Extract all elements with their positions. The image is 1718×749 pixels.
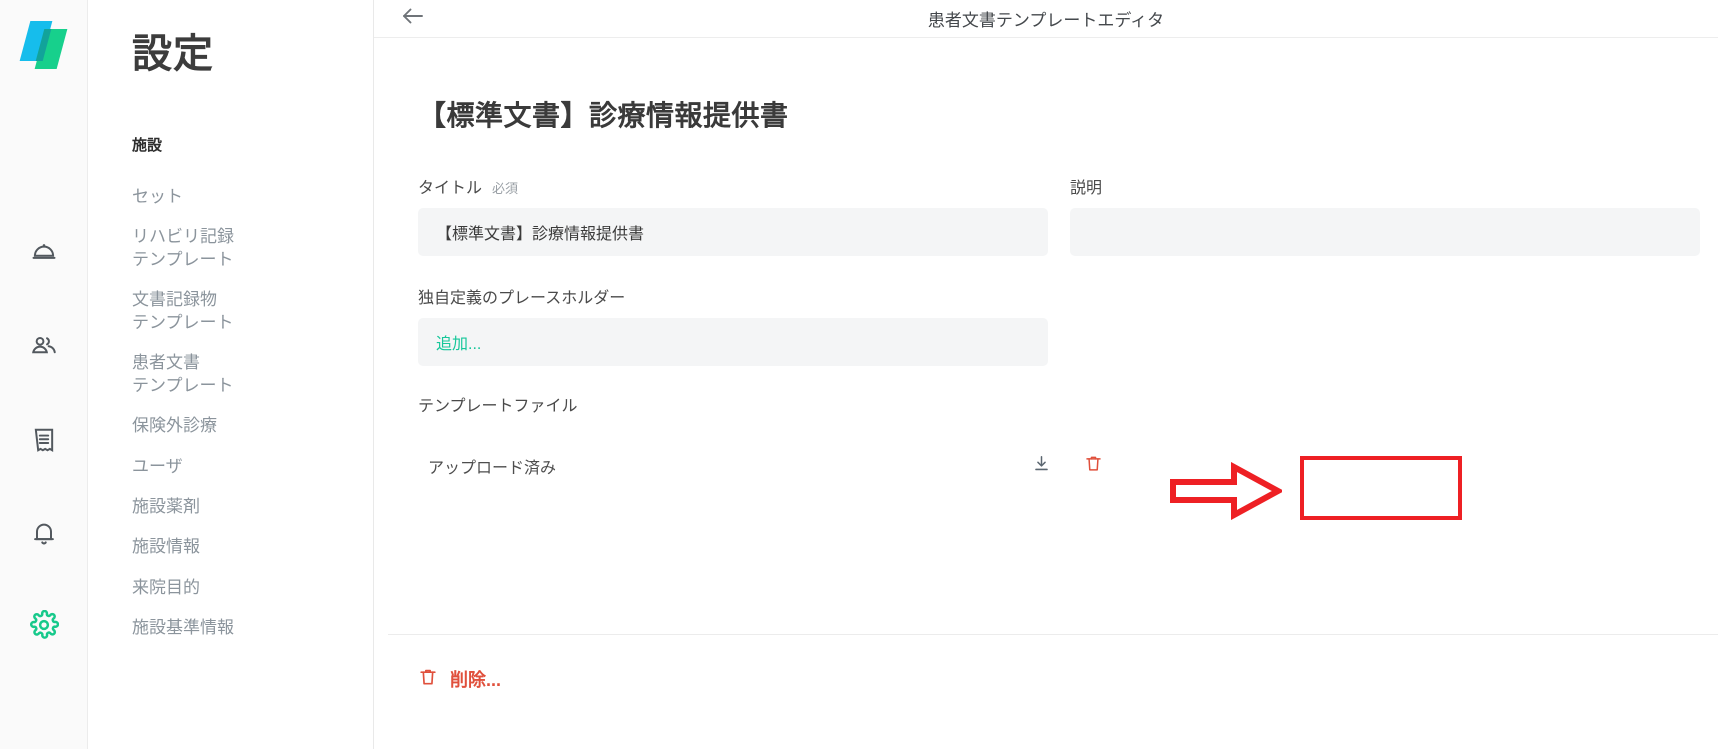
template-file-status: アップロード済み — [428, 460, 557, 477]
form-grid: タイトル 必須 【標準文書】診療情報提供書 説明 — [418, 174, 1718, 256]
template-file-actions — [998, 438, 1136, 494]
custom-placeholder-box[interactable]: 追加... — [418, 318, 1048, 366]
icon-rail — [0, 0, 88, 749]
app-logo[interactable] — [19, 18, 69, 70]
delete-template-button[interactable]: 削除... — [418, 666, 501, 692]
template-file-row: アップロード済み — [418, 438, 1136, 494]
back-button[interactable] — [398, 3, 438, 35]
header-title: 患者文書テンプレートエディタ — [927, 11, 1165, 30]
sidebar-item-non-insurance-care[interactable]: 保険外診療 — [88, 406, 373, 446]
delete-template-label: 削除... — [450, 670, 502, 690]
description-field-label: 説明 — [1070, 174, 1700, 198]
sidebar-item-list: セット リハビリ記録 テンプレート 文書記録物 テンプレート 患者文書 テンプレ… — [88, 177, 373, 649]
download-icon — [1032, 454, 1051, 478]
sidebar-item-facility-standard-info[interactable]: 施設基準情報 — [88, 608, 373, 648]
custom-placeholder-group: 独自定義のプレースホルダー 追加... — [418, 284, 1048, 366]
settings-sidebar: 設定 施設 セット リハビリ記録 テンプレート 文書記録物 テンプレート 患者文… — [88, 0, 374, 749]
sidebar-item-set[interactable]: セット — [88, 177, 373, 217]
main-content: 患者文書テンプレートエディタ 【標準文書】診療情報提供書 タイトル 必須 【標準… — [374, 0, 1718, 749]
rail-item-records[interactable] — [22, 418, 66, 462]
add-placeholder-link[interactable]: 追加... — [436, 330, 481, 354]
document-title: 【標準文書】診療情報提供書 — [418, 100, 789, 131]
description-label-text: 説明 — [1070, 180, 1103, 197]
app-root: 設定 施設 セット リハビリ記録 テンプレート 文書記録物 テンプレート 患者文… — [0, 0, 1718, 749]
section-divider — [388, 634, 1718, 635]
arrow-left-icon — [398, 4, 428, 33]
required-badge: 必須 — [492, 181, 519, 196]
rail-item-patients[interactable] — [22, 324, 66, 368]
custom-placeholder-label: 独自定義のプレースホルダー — [418, 284, 1048, 308]
template-file-group: テンプレートファイル アップロード済み — [418, 392, 1718, 494]
rail-item-service[interactable] — [22, 230, 66, 274]
description-input[interactable] — [1070, 208, 1700, 256]
gear-icon — [29, 610, 59, 640]
title-field-group: タイトル 必須 【標準文書】診療情報提供書 — [418, 174, 1048, 256]
template-file-label: テンプレートファイル — [418, 398, 578, 415]
rail-item-list — [22, 230, 66, 603]
sidebar-item-facility-info[interactable]: 施設情報 — [88, 527, 373, 567]
title-field-label: タイトル 必須 — [418, 174, 1048, 198]
title-input[interactable]: 【標準文書】診療情報提供書 — [418, 208, 1048, 256]
room-service-dome-icon — [30, 238, 58, 266]
title-label-text: タイトル — [418, 180, 483, 197]
people-icon — [30, 332, 58, 360]
description-field-group: 説明 — [1070, 174, 1700, 256]
sidebar-section-label: 施設 — [132, 137, 163, 154]
rail-item-settings[interactable] — [22, 603, 66, 647]
trash-icon — [418, 667, 438, 692]
page-title: 設定 — [132, 32, 214, 76]
sidebar-item-facility-drugs[interactable]: 施設薬剤 — [88, 487, 373, 527]
sidebar-item-users[interactable]: ユーザ — [88, 447, 373, 487]
sidebar-item-rehab-record-template[interactable]: リハビリ記録 テンプレート — [88, 217, 373, 280]
sidebar-item-document-record-template[interactable]: 文書記録物 テンプレート — [88, 280, 373, 343]
rail-item-notifications[interactable] — [22, 512, 66, 556]
main-header: 患者文書テンプレートエディタ — [374, 0, 1718, 38]
delete-file-button[interactable] — [1080, 453, 1106, 479]
bell-icon — [30, 520, 58, 548]
download-file-button[interactable] — [1028, 453, 1054, 479]
title-input-value: 【標準文書】診療情報提供書 — [436, 226, 645, 243]
custom-placeholder-label-text: 独自定義のプレースホルダー — [418, 290, 626, 307]
sidebar-item-patient-document-template[interactable]: 患者文書 テンプレート — [88, 343, 373, 406]
sidebar-item-visit-purpose[interactable]: 来院目的 — [88, 568, 373, 608]
receipt-icon — [30, 426, 58, 454]
content-area: 【標準文書】診療情報提供書 タイトル 必須 【標準文書】診療情報提供書 説明 独… — [374, 38, 1718, 749]
trash-icon — [1084, 454, 1103, 478]
